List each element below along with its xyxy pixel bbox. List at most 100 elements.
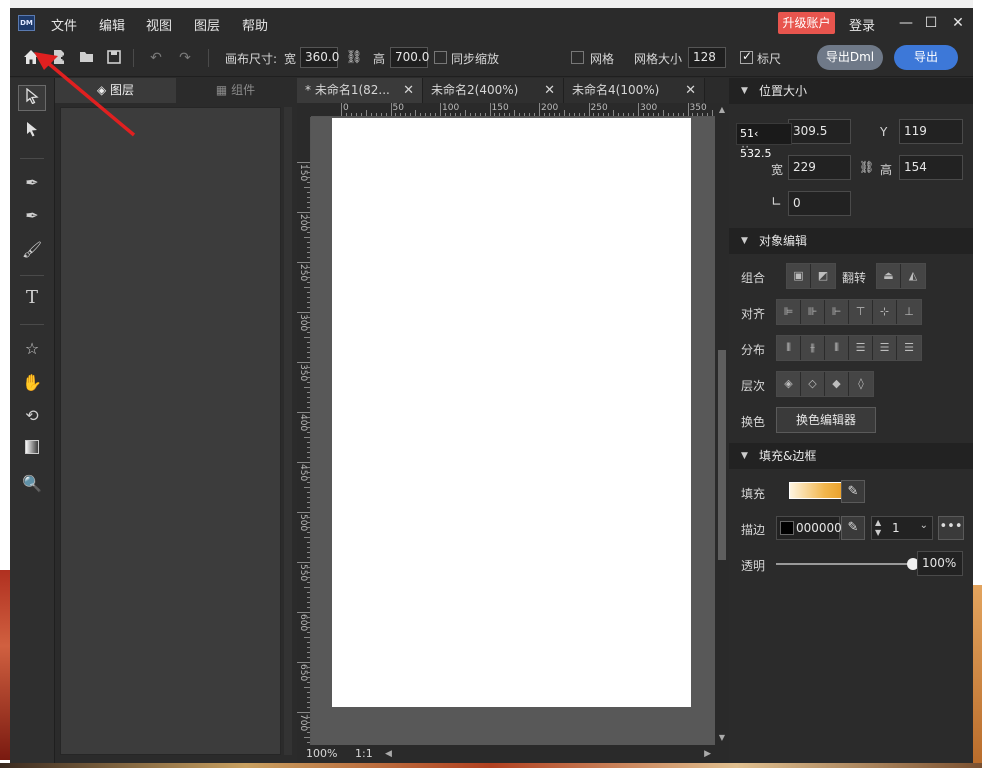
collapse-triangle-icon: ▼: [741, 236, 748, 246]
minimize-icon[interactable]: —: [896, 13, 916, 33]
doc-tab-1[interactable]: * 未命名1(82... ✕: [297, 78, 423, 103]
menu-file[interactable]: 文件: [51, 15, 77, 34]
flip-horizontal-icon[interactable]: ◭: [901, 264, 925, 288]
align-right-icon[interactable]: ⊩: [825, 300, 849, 324]
y-input[interactable]: 119: [899, 119, 963, 144]
star-shape-tool-icon[interactable]: ☆: [18, 336, 46, 362]
ruler-tick: [307, 192, 310, 193]
stroke-width-stepper[interactable]: ▲ ▼ 1 ⌄: [871, 516, 933, 540]
height-input[interactable]: 154: [899, 155, 963, 180]
align-top-icon[interactable]: ⊤: [849, 300, 873, 324]
recolor-editor-button[interactable]: 换色编辑器: [776, 407, 876, 433]
width-input[interactable]: 229: [788, 155, 851, 180]
scroll-up-icon[interactable]: ▲: [715, 103, 729, 117]
canvas-area[interactable]: [311, 117, 715, 745]
add-anchor-pen-icon[interactable]: ✒: [18, 203, 46, 229]
more-options-icon[interactable]: •••: [938, 516, 964, 540]
group-icon[interactable]: ▣: [787, 264, 811, 288]
section-fill-border[interactable]: ▼ 填充&边框: [729, 443, 973, 469]
fill-color-swatch[interactable]: [789, 482, 849, 499]
brush-tool-icon[interactable]: 🖌: [18, 237, 46, 263]
ruler-tick: [307, 382, 310, 383]
ruler-tick: [628, 113, 630, 116]
align-middle-v-icon[interactable]: ⊹: [873, 300, 897, 324]
login-button[interactable]: 登录: [849, 15, 875, 34]
scroll-right-icon[interactable]: ▶: [704, 745, 711, 763]
canvas-horizontal-scrollbar[interactable]: ◀ ▶: [383, 748, 713, 760]
menu-view[interactable]: 视图: [146, 15, 172, 34]
link-aspect-icon[interactable]: ⛓: [345, 49, 363, 67]
grid-size-input[interactable]: 128: [688, 47, 726, 68]
canvas-width-input[interactable]: 360.0: [300, 47, 339, 68]
chevron-down-icon[interactable]: ⌄: [920, 520, 928, 531]
menu-help[interactable]: 帮助: [242, 15, 268, 34]
ruler-tick: [430, 113, 432, 116]
close-tab-icon[interactable]: ✕: [685, 78, 696, 103]
gradient-tool-icon[interactable]: [18, 436, 46, 462]
lock-ratio-icon[interactable]: ⛓: [859, 160, 874, 174]
align-center-h-icon[interactable]: ⊪: [801, 300, 825, 324]
stroke-color-field[interactable]: 000000: [776, 516, 842, 540]
tab-components[interactable]: ▦ 组件: [176, 78, 295, 103]
bring-forward-icon[interactable]: ◇: [801, 372, 825, 396]
send-backward-icon[interactable]: ◆: [825, 372, 849, 396]
align-bottom-icon[interactable]: ⊥: [897, 300, 921, 324]
distribute-top-icon[interactable]: ☰: [849, 336, 873, 360]
canvas-vertical-scrollbar[interactable]: ▲ ▼: [715, 103, 729, 745]
text-tool-icon[interactable]: T: [18, 285, 46, 311]
section-object-edit[interactable]: ▼ 对象编辑: [729, 228, 973, 254]
export-dml-button[interactable]: 导出Dml: [817, 45, 883, 70]
ruler-tick: [307, 602, 310, 603]
scroll-down-icon[interactable]: ▼: [715, 731, 729, 745]
rotate-tool-icon[interactable]: ⟲: [18, 403, 46, 429]
ungroup-icon[interactable]: ◩: [811, 264, 835, 288]
bring-to-front-icon[interactable]: ◈: [777, 372, 801, 396]
send-to-back-icon[interactable]: ◊: [849, 372, 873, 396]
pen-tool-icon[interactable]: ✒: [18, 170, 46, 196]
angle-input[interactable]: 0: [788, 191, 851, 216]
scroll-thumb[interactable]: [718, 350, 726, 560]
maximize-icon[interactable]: ☐: [921, 13, 941, 33]
distribute-middle-v-icon[interactable]: ☰: [873, 336, 897, 360]
x-input[interactable]: 309.5: [788, 119, 851, 144]
close-tab-icon[interactable]: ✕: [544, 78, 555, 103]
menu-edit[interactable]: 编辑: [99, 15, 125, 34]
layer-list[interactable]: [60, 107, 281, 755]
stepper-arrows-icon[interactable]: ▲ ▼: [875, 518, 881, 538]
ruler-tick: [307, 542, 310, 543]
zoom-level[interactable]: 100%: [306, 745, 337, 763]
scroll-left-icon[interactable]: ◀: [385, 745, 392, 763]
layer-list-scrollbar[interactable]: [284, 107, 292, 755]
ruler-tick: [307, 677, 310, 678]
canvas-page[interactable]: [332, 118, 691, 707]
ruler-checkbox[interactable]: [740, 49, 753, 64]
doc-tab-2[interactable]: 未命名2(400%) ✕: [423, 78, 564, 103]
ruler-tick-label: 50: [392, 103, 404, 113]
eyedropper-icon[interactable]: ✎: [841, 480, 865, 503]
align-left-icon[interactable]: ⊫: [777, 300, 801, 324]
upgrade-account-button[interactable]: 升级账户: [778, 12, 835, 34]
ruler-tick: [593, 113, 595, 116]
ruler-tick: [297, 512, 310, 513]
opacity-input[interactable]: 100%: [917, 551, 963, 576]
sync-scale-checkbox[interactable]: [434, 51, 447, 64]
grid-checkbox[interactable]: [571, 51, 584, 64]
close-tab-icon[interactable]: ✕: [403, 78, 414, 103]
distribute-bottom-icon[interactable]: ☰: [897, 336, 921, 360]
hand-tool-icon[interactable]: ✋: [18, 370, 46, 396]
close-window-icon[interactable]: ✕: [948, 13, 968, 33]
opacity-slider-track[interactable]: [776, 558, 919, 570]
section-position-size[interactable]: ▼ 位置大小: [729, 78, 973, 104]
doc-tab-3[interactable]: 未命名4(100%) ✕: [564, 78, 705, 103]
flip-vertical-icon[interactable]: ⏏: [877, 264, 901, 288]
menu-layer[interactable]: 图层: [194, 15, 220, 34]
distribute-right-icon[interactable]: ⫴: [825, 336, 849, 360]
zoom-ratio[interactable]: 1:1: [355, 745, 373, 763]
distribute-center-h-icon[interactable]: ⫵: [801, 336, 825, 360]
zoom-tool-icon[interactable]: 🔍: [18, 471, 46, 497]
redo-icon[interactable]: ↷: [176, 49, 194, 67]
canvas-height-input[interactable]: 700.0: [390, 47, 429, 68]
distribute-left-icon[interactable]: ⫴: [777, 336, 801, 360]
stroke-eyedropper-icon[interactable]: ✎: [841, 516, 865, 540]
export-button[interactable]: 导出: [894, 45, 958, 70]
